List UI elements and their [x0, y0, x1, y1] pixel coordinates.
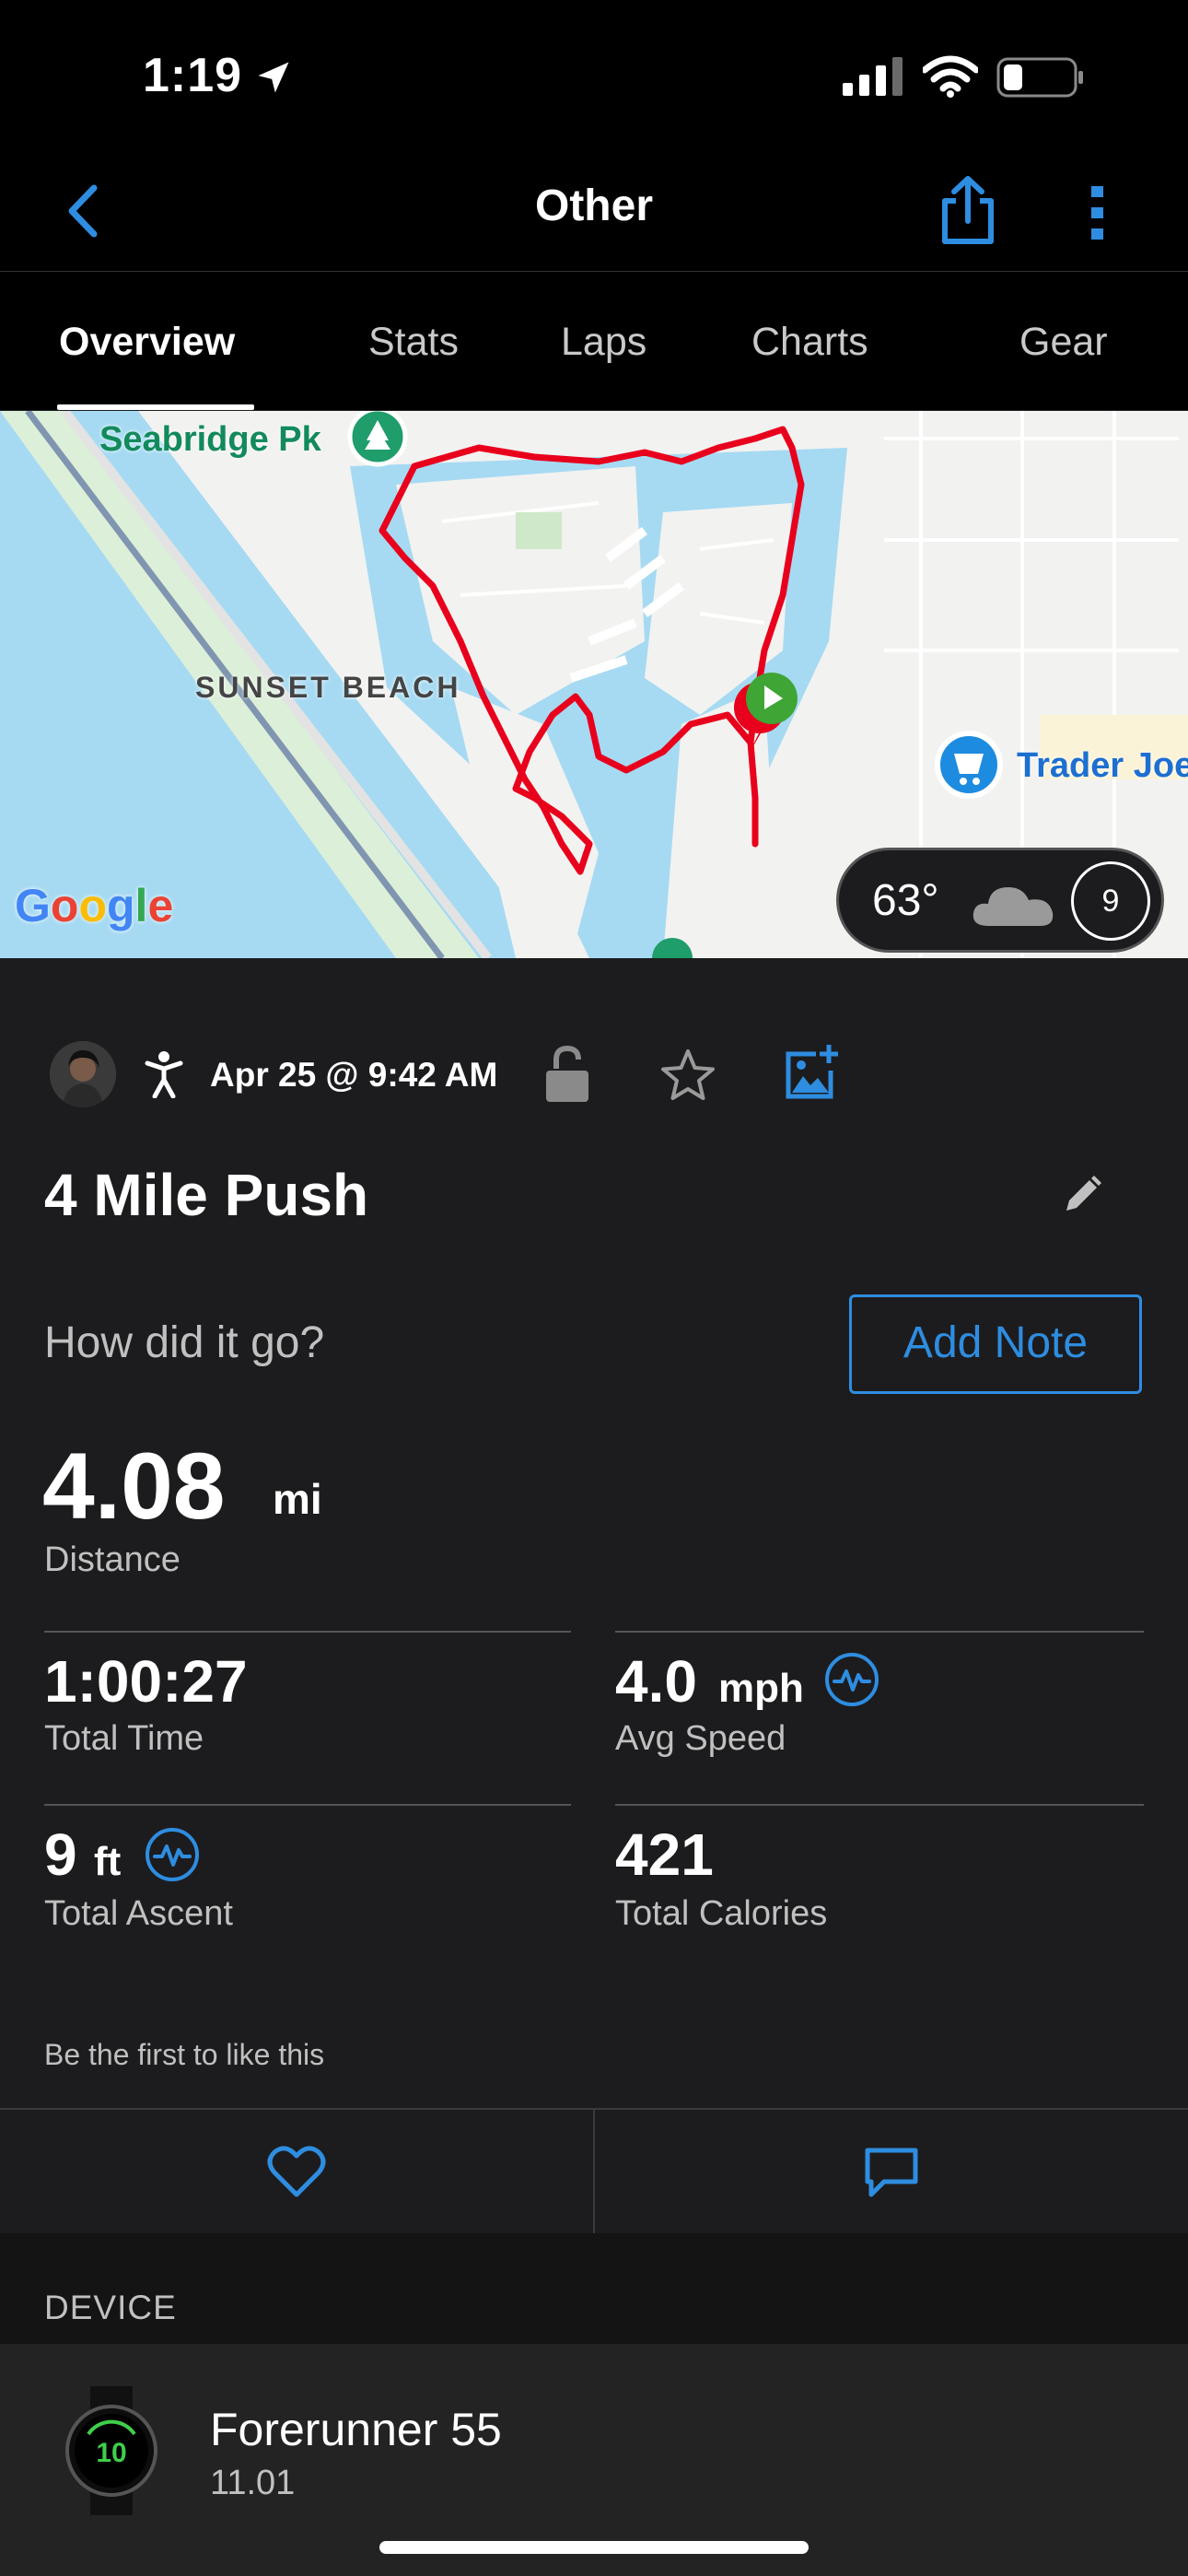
tab-bar: Overview Stats Laps Charts Gear — [0, 272, 1188, 410]
home-indicator[interactable] — [379, 2541, 809, 2554]
total-calories-value: 421 — [615, 1821, 714, 1888]
heart-rate-pulse-icon[interactable] — [823, 1651, 880, 1708]
stat-divider — [44, 1631, 571, 1633]
favorite-star-icon[interactable] — [659, 1048, 716, 1103]
tab-stats[interactable]: Stats — [368, 320, 459, 365]
device-name: Forerunner 55 — [210, 2404, 502, 2455]
privacy-lock-icon[interactable] — [543, 1045, 591, 1104]
total-time-value: 1:00:27 — [44, 1648, 248, 1715]
map-label-area: SUNSET BEACH — [195, 671, 461, 704]
tab-overview[interactable]: Overview — [59, 320, 235, 365]
cloud-icon — [973, 887, 1054, 926]
how-did-it-go-prompt: How did it go? — [44, 1318, 325, 1367]
avg-speed-label: Avg Speed — [615, 1719, 786, 1758]
add-note-button[interactable]: Add Note — [849, 1294, 1142, 1394]
like-count-text: Be the first to like this — [44, 2038, 325, 2071]
google-logo: Google — [15, 880, 174, 931]
like-button[interactable] — [0, 2110, 595, 2233]
active-tab-indicator — [57, 404, 254, 410]
wind-speed-dial: 9 — [1071, 861, 1150, 941]
tab-charts[interactable]: Charts — [751, 320, 868, 365]
map-label-park: Seabridge Pk — [99, 420, 321, 459]
comment-button[interactable] — [595, 2110, 1188, 2233]
distance-label: Distance — [44, 1540, 181, 1579]
more-options-icon[interactable] — [1079, 181, 1116, 245]
device-section-header-bg — [0, 2233, 1188, 2344]
activity-title: 4 Mile Push — [44, 1162, 369, 1228]
weather-temperature: 63° — [872, 876, 939, 925]
total-ascent-unit: ft — [94, 1839, 122, 1884]
total-ascent-value: 9 — [44, 1821, 77, 1888]
map-label-store: Trader Joe — [1017, 746, 1188, 785]
battery-icon — [996, 57, 1083, 98]
add-photo-icon[interactable] — [783, 1043, 840, 1102]
activity-type-icon — [145, 1051, 183, 1098]
avg-speed-value: 4.0 — [615, 1648, 697, 1715]
edit-pencil-icon[interactable] — [1061, 1174, 1103, 1216]
total-ascent-label: Total Ascent — [44, 1894, 233, 1933]
stat-divider — [44, 1804, 571, 1806]
avatar[interactable] — [50, 1041, 116, 1107]
comment-bubble-icon — [865, 2148, 918, 2197]
stat-divider — [615, 1804, 1144, 1806]
location-arrow-icon — [258, 62, 289, 93]
heart-icon — [267, 2146, 326, 2197]
watch-icon: 10 — [65, 2386, 157, 2515]
elevation-pulse-icon[interactable] — [144, 1826, 201, 1883]
activity-date: Apr 25 @ 9:42 AM — [210, 1056, 498, 1094]
nav-title: Other — [534, 181, 653, 230]
total-time-label: Total Time — [44, 1719, 204, 1758]
watch-face-number: 10 — [96, 2438, 126, 2468]
status-time: 1:19 — [143, 49, 243, 102]
share-icon[interactable] — [936, 173, 1000, 247]
wifi-icon — [923, 55, 978, 98]
tab-laps[interactable]: Laps — [561, 320, 646, 365]
weather-badge[interactable]: 63° 9 — [836, 848, 1164, 953]
total-calories-label: Total Calories — [615, 1894, 828, 1933]
device-software-version: 11.01 — [210, 2464, 296, 2502]
tab-gear[interactable]: Gear — [1019, 320, 1108, 365]
social-action-row — [0, 2108, 1188, 2235]
device-section-label: DEVICE — [44, 2289, 177, 2326]
cellular-signal-icon — [843, 57, 903, 96]
distance-unit: mi — [273, 1475, 322, 1523]
stat-divider — [615, 1631, 1144, 1633]
distance-value: 4.08 — [42, 1434, 226, 1539]
avg-speed-unit: mph — [718, 1666, 804, 1711]
